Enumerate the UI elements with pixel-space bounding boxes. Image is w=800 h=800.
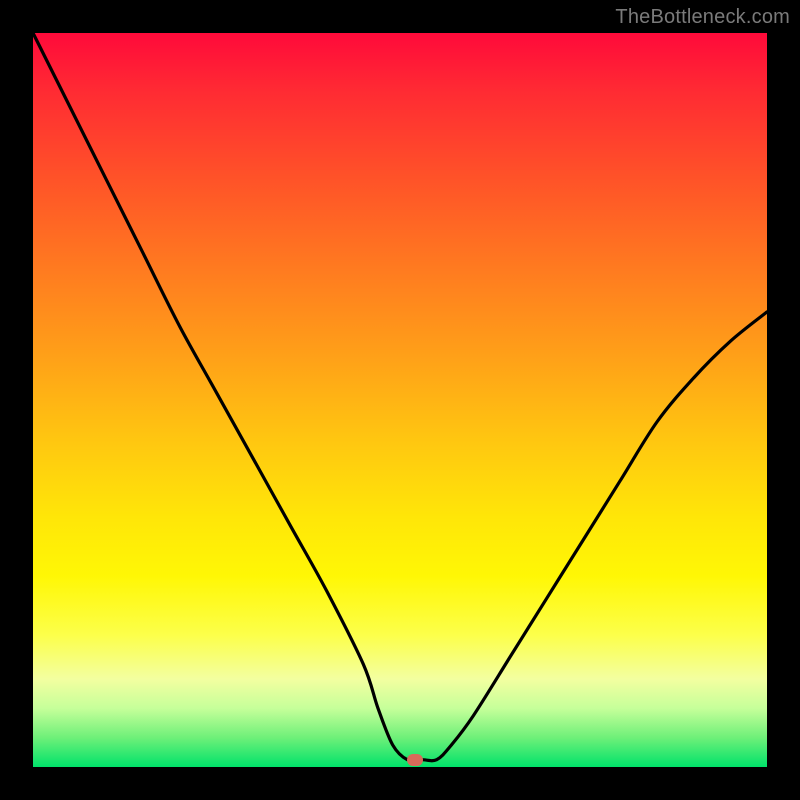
optimal-marker	[407, 754, 423, 766]
watermark-text: TheBottleneck.com	[615, 6, 790, 29]
chart-frame: TheBottleneck.com	[0, 0, 800, 800]
curve-svg	[33, 33, 767, 767]
bottleneck-curve	[33, 33, 767, 761]
plot-area	[33, 33, 767, 767]
